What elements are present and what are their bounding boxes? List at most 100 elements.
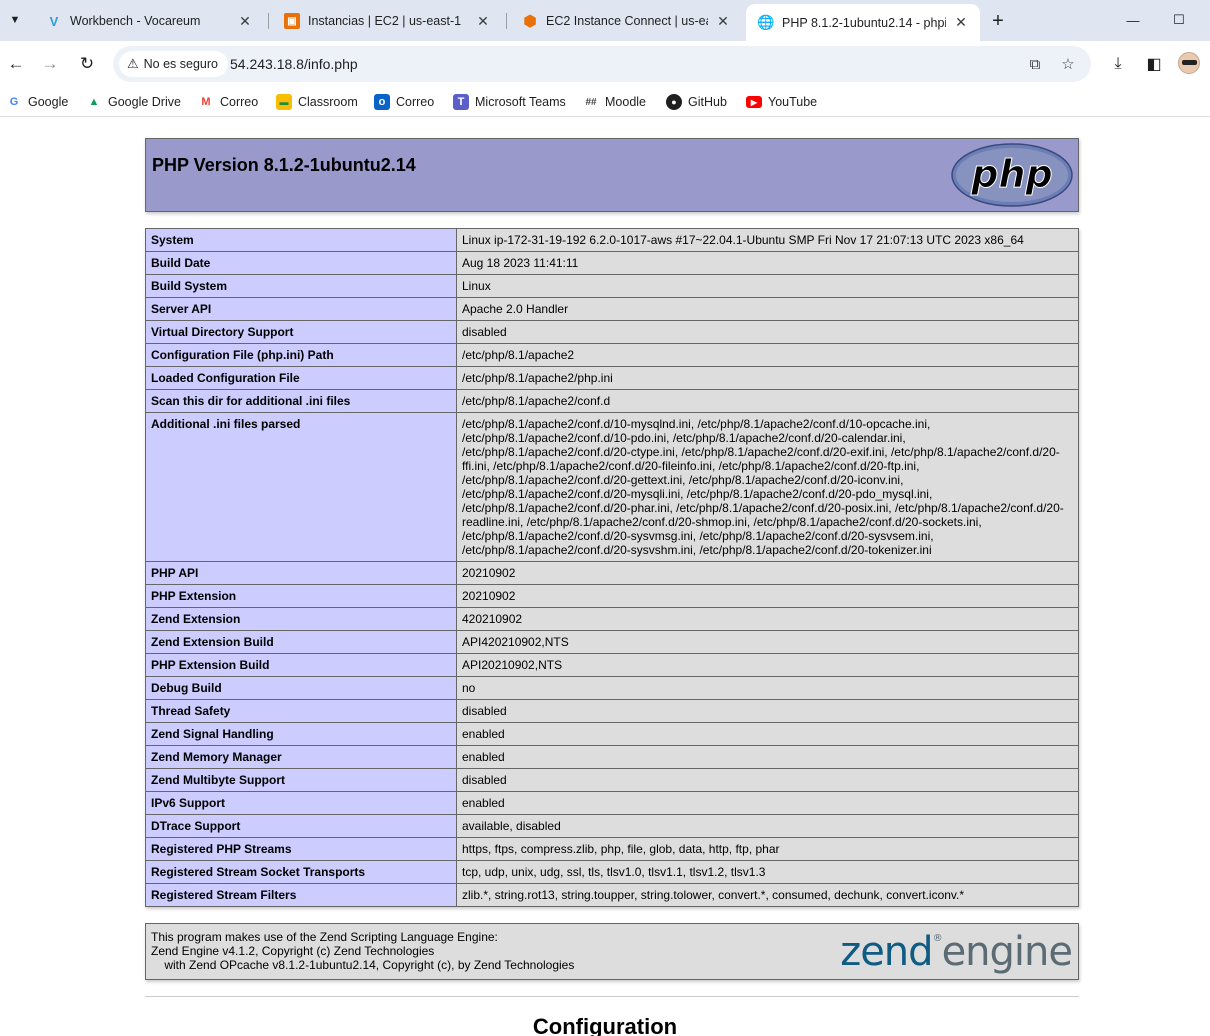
info-value: Linux [456,274,1079,298]
info-value: 20210902 [456,561,1079,585]
info-row: Zend Memory Manager enabled [145,745,1079,769]
bookmark-classroom[interactable]: ▬ Classroom [276,93,358,111]
address-bar[interactable]: ⚠ No es seguro 54.243.18.8/info.php ⧉ ☆ [113,46,1091,82]
bookmark-microsoft-teams[interactable]: T Microsoft Teams [453,93,566,111]
info-row: Debug Build no [145,676,1079,700]
zend-engine-logo[interactable]: zend®engine [840,928,1073,976]
google-icon: G [9,96,19,108]
info-value: Linux ip-172-31-19-192 6.2.0-1017-aws #1… [456,228,1079,252]
divider [145,996,1079,997]
bookmark-label: Classroom [298,95,358,109]
info-row: Zend Extension Build API420210902,NTS [145,630,1079,654]
tab-workbench-vocareum[interactable]: V Workbench - Vocareum ✕ [34,4,264,38]
forward-arrow-icon[interactable]: → [38,52,62,76]
classroom-icon: ▬ [276,94,292,110]
info-key: Server API [145,297,457,321]
tab-separator [506,13,507,29]
side-panel-icon[interactable]: ◧ [1142,52,1166,76]
php-logo-text: php [970,152,1052,196]
url-text[interactable]: 54.243.18.8/info.php [230,56,358,72]
bookmark-youtube[interactable]: ▶ YouTube [746,93,817,111]
tab-title: PHP 8.1.2-1ubuntu2.14 - phpinf [782,15,946,30]
info-key: Zend Extension [145,607,457,631]
info-key: Thread Safety [145,699,457,723]
registered-mark: ® [932,933,943,944]
info-value: 20210902 [456,584,1079,608]
info-row: Build Date Aug 18 2023 11:41:11 [145,251,1079,275]
minimize-icon[interactable]: — [1120,8,1146,32]
info-row: Zend Signal Handling enabled [145,722,1079,746]
close-tab-icon[interactable]: ✕ [714,12,732,30]
bookmark-label: YouTube [768,95,818,109]
close-tab-icon[interactable]: ✕ [236,12,254,30]
bookmark-google[interactable]: G Google [6,93,69,111]
info-value: enabled [456,745,1079,769]
php-logo-icon[interactable]: php [951,143,1073,207]
info-value: enabled [456,791,1079,815]
tab-phpinfo[interactable]: 🌐 PHP 8.1.2-1ubuntu2.14 - phpinf ✕ [746,4,980,41]
info-key: PHP Extension Build [145,653,457,677]
zend-engine-box: This program makes use of the Zend Scrip… [145,923,1079,980]
tab-search-chevron-icon[interactable]: ▼ [4,9,26,31]
close-tab-icon[interactable]: ✕ [474,12,492,30]
reload-icon[interactable]: ↻ [75,52,99,76]
info-key: Additional .ini files parsed [145,412,457,562]
info-row: Virtual Directory Support disabled [145,320,1079,344]
zend-logo-word: zend [840,929,933,975]
github-icon: ● [666,94,682,110]
profile-avatar[interactable] [1178,52,1200,74]
download-icon[interactable]: ⤓ [1106,52,1130,76]
outlook-icon: o [374,94,390,110]
configuration-heading: Configuration [532,1014,678,1036]
info-key: Registered Stream Socket Transports [145,860,457,884]
aws-instance-connect-icon: ⬢ [523,13,537,30]
info-row: PHP Extension 20210902 [145,584,1079,608]
bookmark-star-icon[interactable]: ☆ [1058,54,1078,74]
info-row: Build System Linux [145,274,1079,298]
bookmark-moodle[interactable]: ## Moodle [583,93,646,111]
tab-ec2-instance-connect[interactable]: ⬢ EC2 Instance Connect | us-east- ✕ [510,4,742,38]
moodle-icon: ## [585,96,597,108]
new-tab-plus-icon[interactable]: + [986,9,1010,33]
info-value: available, disabled [456,814,1079,838]
info-key: Registered Stream Filters [145,883,457,907]
maximize-icon[interactable]: ☐ [1166,8,1192,32]
tab-ec2-instances[interactable]: ▣ Instancias | EC2 | us-east-1 ✕ [272,4,502,38]
info-key: Registered PHP Streams [145,837,457,861]
info-key: Zend Multibyte Support [145,768,457,792]
php-version-title: PHP Version 8.1.2-1ubuntu2.14 [152,155,416,175]
translate-icon[interactable]: ⧉ [1025,54,1045,74]
info-key: Zend Extension Build [145,630,457,654]
info-value: Apache 2.0 Handler [456,297,1079,321]
bookmark-outlook[interactable]: o Correo [374,93,434,111]
info-value: 420210902 [456,607,1079,631]
bookmark-github[interactable]: ● GitHub [666,93,727,111]
php-version-header: PHP Version 8.1.2-1ubuntu2.14 php [145,138,1079,212]
info-row: Server API Apache 2.0 Handler [145,297,1079,321]
teams-icon: T [453,94,469,110]
info-key: Zend Memory Manager [145,745,457,769]
bookmark-label: Google [28,95,69,109]
security-indicator[interactable]: ⚠ No es seguro [119,51,229,77]
info-value: API20210902,NTS [456,653,1079,677]
bookmark-label: Microsoft Teams [475,95,566,109]
info-value: disabled [456,768,1079,792]
bookmark-label: Correo [396,95,435,109]
info-value: zlib.*, string.rot13, string.toupper, st… [456,883,1079,907]
info-row: Additional .ini files parsed/etc/php/8.1… [145,412,1079,562]
info-key: Debug Build [145,676,457,700]
back-arrow-icon[interactable]: ← [4,52,28,76]
info-value: /etc/php/8.1/apache2/php.ini [456,366,1079,390]
info-value: Aug 18 2023 11:41:11 [456,251,1079,275]
zend-line: This program makes use of the Zend Scrip… [151,930,498,944]
bookmark-gmail[interactable]: M Correo [198,93,258,111]
info-key: PHP API [145,561,457,585]
info-value: enabled [456,722,1079,746]
bookmark-google-drive[interactable]: ▲ Google Drive [86,93,181,111]
aws-ec2-icon: ▣ [284,13,300,29]
close-tab-icon[interactable]: ✕ [952,14,970,32]
tab-strip: ▼ V Workbench - Vocareum ✕ ▣ Instancias … [0,0,1210,41]
info-key: Virtual Directory Support [145,320,457,344]
info-key: IPv6 Support [145,791,457,815]
youtube-icon: ▶ [746,96,762,108]
